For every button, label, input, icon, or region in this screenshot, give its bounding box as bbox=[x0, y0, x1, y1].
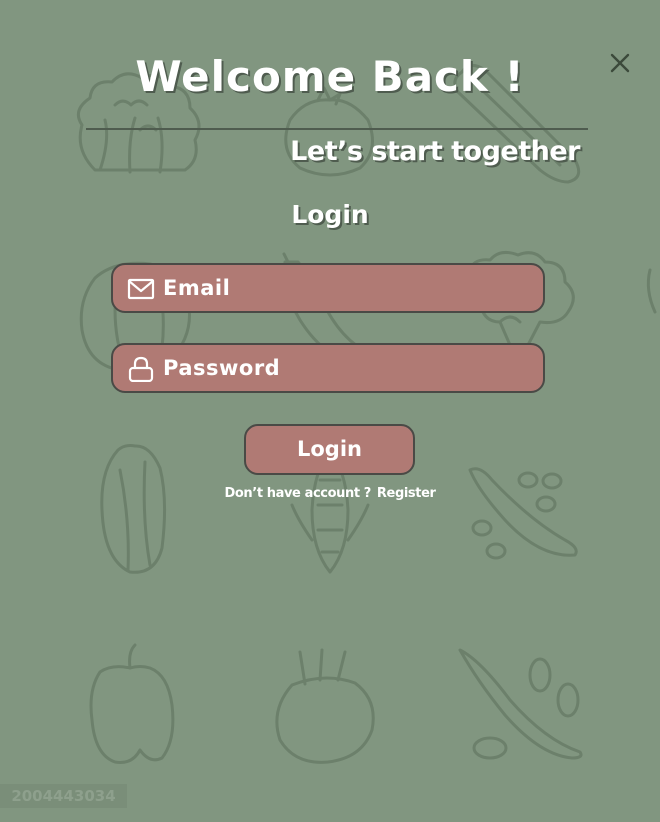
register-prompt: Don’t have account ? Register bbox=[0, 486, 660, 501]
watermark: 2004443034 bbox=[0, 784, 127, 808]
email-field[interactable] bbox=[111, 263, 545, 313]
subtitle: Let’s start together bbox=[290, 136, 580, 167]
bell-pepper-icon bbox=[89, 643, 175, 764]
kohlrabi-icon bbox=[275, 648, 375, 764]
login-button[interactable]: Login bbox=[244, 424, 415, 475]
title-divider bbox=[86, 128, 588, 130]
register-link[interactable]: Register bbox=[377, 486, 436, 501]
pea-pod-icon bbox=[468, 467, 578, 560]
lock-icon bbox=[127, 356, 155, 383]
email-input[interactable] bbox=[163, 265, 533, 311]
partial-vegetable-icon bbox=[646, 268, 657, 314]
password-input[interactable] bbox=[163, 345, 533, 391]
login-heading: Login bbox=[291, 200, 369, 229]
cabbage-icon bbox=[100, 444, 167, 574]
vegetable-pattern-background bbox=[76, 64, 657, 764]
bean-pod-icon bbox=[458, 648, 583, 760]
mail-icon bbox=[127, 276, 155, 302]
password-field[interactable] bbox=[111, 343, 545, 393]
no-account-text: Don’t have account ? bbox=[224, 486, 372, 501]
welcome-title: Welcome Back ! bbox=[135, 52, 525, 101]
